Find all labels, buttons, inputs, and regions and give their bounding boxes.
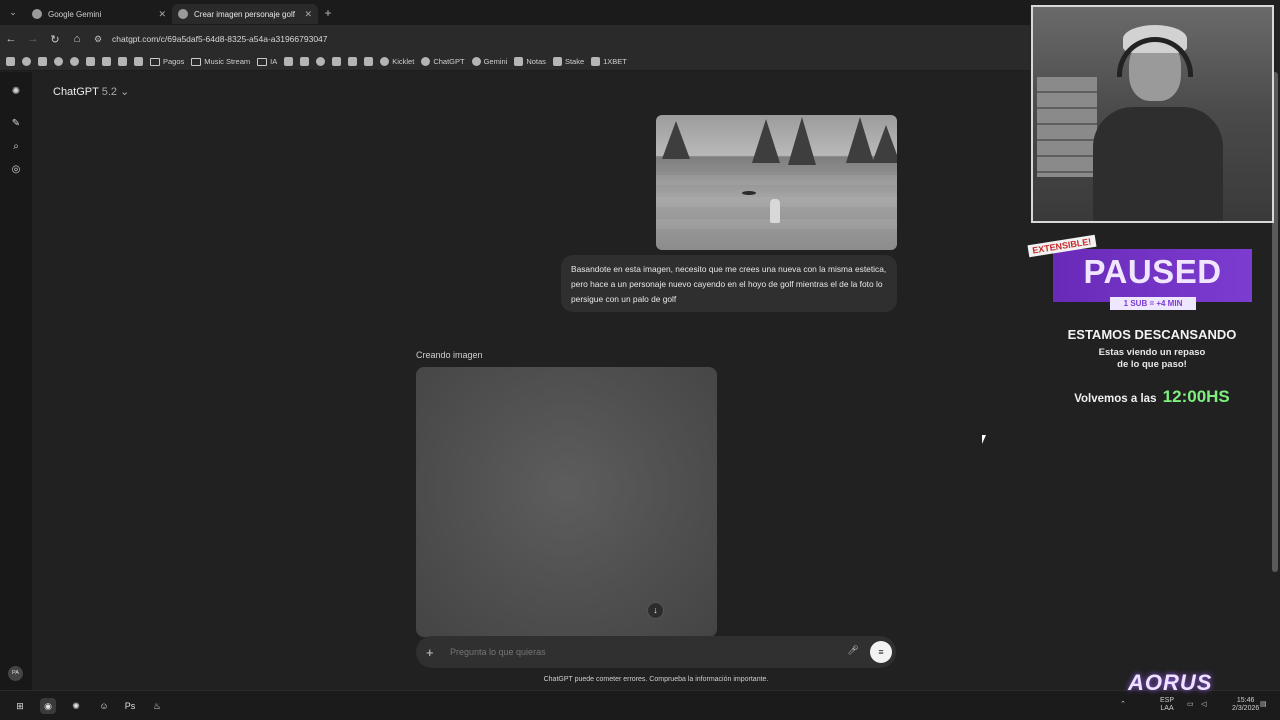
sub-time-label: 1 SUB = +4 MIN bbox=[1110, 297, 1196, 310]
folder-icon bbox=[191, 57, 202, 66]
tab-search-icon[interactable]: ⌄ bbox=[0, 0, 26, 25]
chevron-down-icon: ⌄ bbox=[120, 86, 130, 98]
generating-image-placeholder bbox=[416, 367, 717, 637]
return-time: 12:00HS bbox=[1162, 387, 1230, 406]
photoshop-icon[interactable]: Ps bbox=[122, 698, 138, 714]
notes-icon bbox=[514, 57, 524, 66]
close-tab-icon[interactable]: ✕ bbox=[304, 9, 312, 20]
bookmark-icon[interactable] bbox=[316, 57, 326, 66]
language-indicator[interactable]: ESP LAA bbox=[1160, 697, 1174, 713]
break-title: ESTAMOS DESCANSANDO bbox=[1067, 327, 1237, 342]
apps-grid-icon[interactable] bbox=[6, 57, 15, 66]
address-bar: ← → ↻ ⌂ ⚙ chatgpt.com/c/69a5daf5-64d8-83… bbox=[0, 25, 1030, 53]
gemini-favicon-icon bbox=[32, 9, 42, 19]
screen: ⌄ Google Gemini ✕ Crear imagen personaje… bbox=[0, 0, 1280, 720]
bookmark-folder-ia[interactable]: IA bbox=[257, 57, 277, 66]
bookmark-icon[interactable] bbox=[54, 57, 63, 66]
chatgpt-icon bbox=[421, 57, 431, 66]
bookmark-folder-pagos[interactable]: Pagos bbox=[150, 57, 184, 66]
voice-mode-icon[interactable]: ≡ bbox=[870, 641, 892, 663]
home-icon[interactable]: ⌂ bbox=[66, 33, 88, 45]
windows-start-icon[interactable]: ⊞ bbox=[12, 698, 28, 714]
bookmark-icon[interactable] bbox=[86, 57, 95, 66]
close-tab-icon[interactable]: ✕ bbox=[158, 9, 166, 20]
bookmark-folder-music-stream[interactable]: Music Stream bbox=[191, 57, 250, 66]
taskbar: ⊞ ◉ ✺ ☺ Ps ♨ bbox=[0, 690, 1280, 720]
bookmark-notas[interactable]: Notas bbox=[514, 57, 546, 66]
bookmark-icon[interactable] bbox=[38, 57, 47, 66]
user-message: Basandote en esta imagen, necesito que m… bbox=[561, 255, 897, 312]
discord-icon[interactable]: ☺ bbox=[96, 698, 112, 714]
image-status-label: Creando imagen bbox=[416, 350, 483, 360]
model-selector[interactable]: ChatGPT 5.2 ⌄ bbox=[53, 85, 129, 98]
bookmark-stake[interactable]: Stake bbox=[552, 57, 584, 66]
break-subtitle: Estas viendo un repaso de lo que paso! bbox=[1098, 347, 1206, 370]
bookmark-icon[interactable] bbox=[118, 57, 127, 66]
site-info-icon[interactable]: ⚙ bbox=[94, 34, 108, 45]
prompt-input[interactable] bbox=[450, 647, 846, 657]
openai-logo-icon[interactable]: ✺ bbox=[10, 86, 22, 98]
aorus-logo: AORUS bbox=[1128, 670, 1213, 695]
chatgpt-favicon-icon bbox=[178, 9, 188, 19]
bookmark-icon[interactable] bbox=[134, 57, 143, 66]
back-icon[interactable]: ← bbox=[0, 33, 22, 45]
clock[interactable]: 15:46 2/3/2026 bbox=[1232, 697, 1259, 713]
composer: + 🎤︎ ≡ bbox=[416, 636, 896, 668]
volume-icon[interactable]: ◁ bbox=[1201, 701, 1206, 709]
bookmark-icon[interactable] bbox=[22, 57, 31, 66]
tab-title: Crear imagen personaje golf bbox=[194, 9, 295, 19]
forward-icon[interactable]: → bbox=[22, 33, 44, 45]
bookmark-kicklet[interactable]: Kicklet bbox=[380, 57, 414, 66]
steam-icon[interactable]: ♨ bbox=[149, 698, 165, 714]
bookmark-icon[interactable] bbox=[284, 57, 294, 66]
folder-icon bbox=[257, 57, 268, 66]
new-tab-icon[interactable]: + bbox=[318, 6, 338, 20]
chat-sidebar: ✺ ✎ ⌕ ◎ PA bbox=[0, 72, 32, 690]
disclaimer: ChatGPT puede cometer errores. Comprueba… bbox=[543, 676, 769, 683]
microphone-icon[interactable]: 🎤︎ bbox=[846, 645, 860, 659]
url-text[interactable]: chatgpt.com/c/69a5daf5-64d8-8325-a54a-a3… bbox=[112, 34, 328, 44]
add-attachment-icon[interactable]: + bbox=[426, 645, 440, 660]
bookmark-1xbet[interactable]: 1XBET bbox=[591, 57, 627, 66]
bookmarks-bar: Pagos Music Stream IA Kicklet ChatGPT Ge… bbox=[0, 53, 1030, 71]
search-icon[interactable]: ⌕ bbox=[10, 141, 22, 153]
model-name: ChatGPT bbox=[53, 86, 99, 98]
library-icon[interactable]: ◎ bbox=[10, 164, 22, 176]
mouse-cursor-icon bbox=[982, 435, 986, 444]
tab-crear-imagen[interactable]: Crear imagen personaje golf ✕ bbox=[172, 4, 318, 24]
gemini-icon bbox=[471, 57, 481, 66]
model-version: 5.2 bbox=[101, 86, 118, 98]
bookmark-icon[interactable] bbox=[332, 57, 342, 66]
tab-strip: ⌄ Google Gemini ✕ Crear imagen personaje… bbox=[0, 0, 1030, 25]
bookmark-icon[interactable] bbox=[300, 57, 310, 66]
network-icon[interactable]: ▭ bbox=[1187, 701, 1194, 709]
tray-chevron-icon[interactable]: ⌃ bbox=[1120, 701, 1126, 709]
scroll-down-icon[interactable]: ↓ bbox=[647, 602, 664, 619]
tab-google-gemini[interactable]: Google Gemini ✕ bbox=[26, 4, 172, 24]
kicklet-icon bbox=[380, 57, 390, 66]
folder-icon bbox=[150, 57, 160, 66]
notification-icon[interactable]: ▤ bbox=[1260, 701, 1267, 709]
bookmark-icon[interactable] bbox=[102, 57, 111, 66]
reload-icon[interactable]: ↻ bbox=[44, 33, 66, 46]
bookmark-gemini[interactable]: Gemini bbox=[471, 57, 507, 66]
bookmark-icon[interactable] bbox=[348, 57, 358, 66]
webcam-feed bbox=[1031, 5, 1274, 223]
1xbet-icon bbox=[591, 57, 601, 66]
paused-title: PAUSED bbox=[1083, 253, 1222, 290]
user-attached-image[interactable] bbox=[656, 115, 897, 250]
bookmark-icon[interactable] bbox=[364, 57, 374, 66]
return-time-line: Volvemos a las 12:00HS bbox=[1074, 387, 1230, 406]
stake-icon bbox=[552, 57, 562, 66]
tab-title: Google Gemini bbox=[48, 9, 102, 19]
bookmark-icon[interactable] bbox=[70, 57, 79, 66]
bookmark-chatgpt[interactable]: ChatGPT bbox=[421, 57, 465, 66]
app-icon[interactable]: ✺ bbox=[68, 698, 84, 714]
chrome-icon[interactable]: ◉ bbox=[40, 698, 56, 714]
new-chat-icon[interactable]: ✎ bbox=[10, 118, 22, 130]
avatar[interactable]: PA bbox=[8, 666, 23, 681]
